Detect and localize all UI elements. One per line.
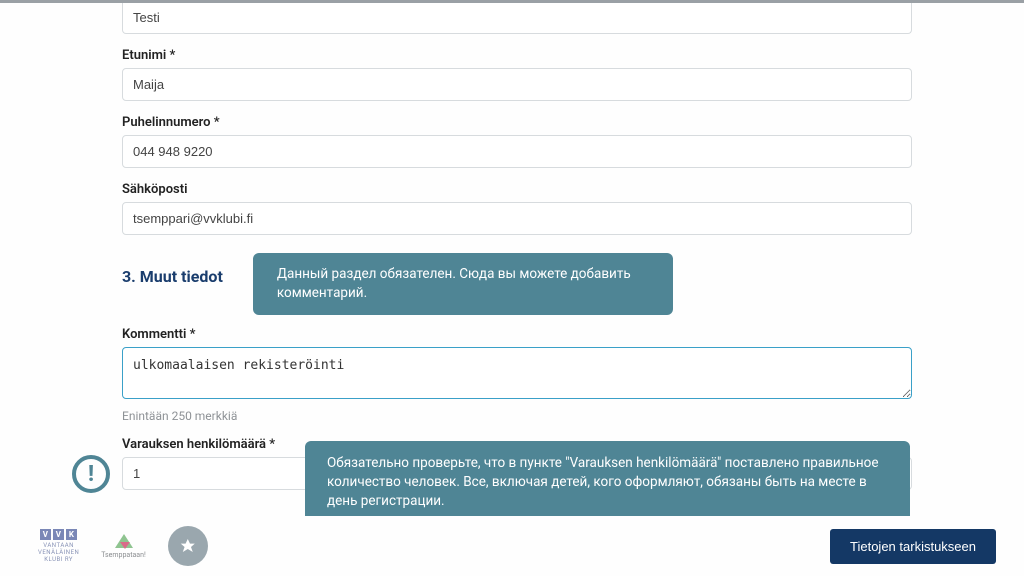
logo-vvk: V V K VANTAAN VENÄLÄINEN KLUBI RY	[38, 529, 79, 563]
exclamation-icon: !	[88, 462, 94, 487]
lastname-input[interactable]	[122, 3, 912, 34]
email-input[interactable]	[122, 202, 912, 235]
logo-vvk-letter: K	[66, 529, 77, 540]
comment-textarea[interactable]	[122, 347, 912, 399]
email-label: Sähköposti	[122, 182, 912, 197]
logo-tsem-caption: Tsemppataan!	[101, 551, 146, 559]
info-badge-icon[interactable]: !	[72, 455, 110, 493]
form-viewport: Etunimi * Puhelinnumero * Sähköposti 3. …	[0, 3, 1024, 516]
logo-partner-badge	[168, 526, 208, 566]
logo-vvk-caption: KLUBI RY	[44, 556, 73, 563]
field-phone: Puhelinnumero *	[122, 115, 912, 168]
comment-helper-text: Enintään 250 merkkiä	[122, 409, 912, 423]
logo-tsemppataan: Tsemppataan!	[101, 534, 146, 559]
field-firstname: Etunimi *	[122, 48, 912, 101]
logo-vvk-letter: V	[53, 529, 64, 540]
form-area: Etunimi * Puhelinnumero * Sähköposti 3. …	[122, 3, 912, 490]
logo-vvk-letter: V	[40, 529, 51, 540]
phone-input[interactable]	[122, 135, 912, 168]
logo-vvk-caption: VANTAAN	[43, 542, 74, 549]
footer-logos: V V K VANTAAN VENÄLÄINEN KLUBI RY Tsempp…	[38, 526, 208, 566]
section-other-info-title: 3. Muut tiedot	[122, 253, 223, 286]
firstname-input[interactable]	[122, 68, 912, 101]
callout-count-hint: Обязательно проверьте, что в пункте "Var…	[305, 441, 910, 516]
triangle-icon	[115, 534, 133, 548]
footer-bar: V V K VANTAAN VENÄLÄINEN KLUBI RY Tsempp…	[0, 516, 1024, 576]
submit-review-button[interactable]: Tietojen tarkistukseen	[830, 529, 996, 564]
star-icon	[178, 536, 198, 556]
field-email: Sähköposti	[122, 182, 912, 235]
callout-section-hint: Данный раздел обязателен. Сюда вы можете…	[253, 253, 673, 315]
logo-vvk-caption: VENÄLÄINEN	[38, 549, 79, 556]
field-comment: Kommentti * Enintään 250 merkkiä	[122, 327, 912, 423]
field-lastname	[122, 3, 912, 34]
phone-label: Puhelinnumero *	[122, 115, 912, 130]
logo-vvk-boxes: V V K	[40, 529, 77, 540]
section-other-info-row: 3. Muut tiedot Данный раздел обязателен.…	[122, 253, 912, 315]
firstname-label: Etunimi *	[122, 48, 912, 63]
comment-label: Kommentti *	[122, 327, 912, 342]
